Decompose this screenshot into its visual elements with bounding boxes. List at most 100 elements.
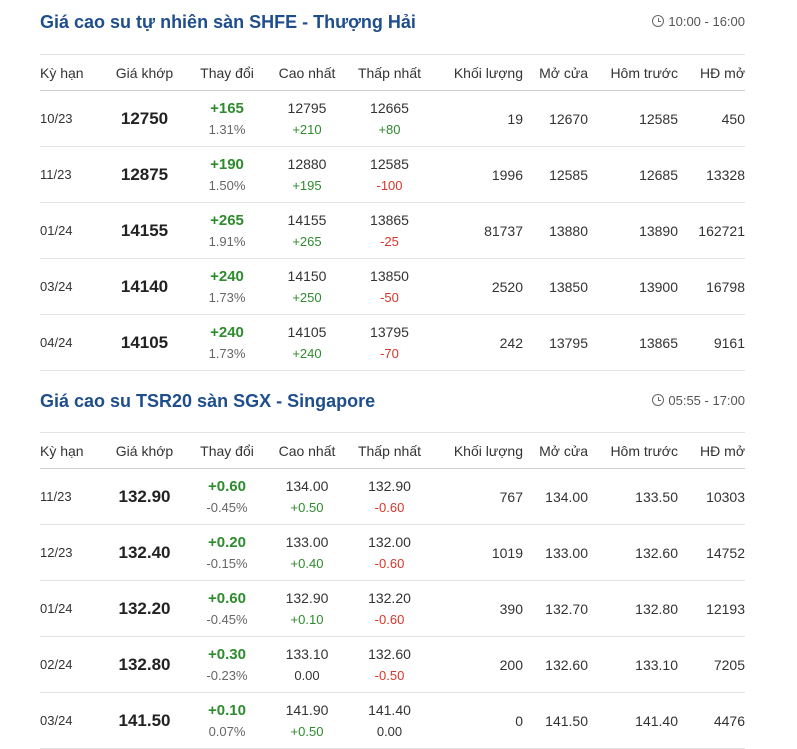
low-value: 12585 (370, 155, 409, 172)
change-value: +0.30 (208, 645, 246, 663)
low-value: 141.40 (368, 701, 411, 718)
high-value: 134.00 (285, 477, 329, 494)
cell-change: +165 1.31% (187, 90, 267, 147)
cell-change: +0.20 -0.15% (187, 524, 267, 581)
low-diff: -25 (380, 233, 399, 249)
table-row: 12/23 132.40 +0.20 -0.15% 133.00 +0.40 132.00 -… (40, 524, 745, 581)
cell-open: 13880 (523, 202, 588, 259)
table-row: 11/23 132.90 +0.60 -0.45% 134.00 +0.50 132.90-… (40, 468, 745, 525)
cell-high: 133.10 0.00 (267, 636, 347, 693)
table-row: 01/24 132.20 +0.60 -0.45% 132.90 +0.10 132.20-… (40, 580, 745, 637)
cell-change: +240 1.73% (187, 314, 267, 371)
high-value: 14105 (287, 323, 327, 340)
cell-high: 14105 +240 (267, 314, 347, 371)
trading-hours: 05:55 - 17:00 (652, 392, 745, 410)
cell-low: 132.90 -0.60 (347, 468, 432, 525)
cell-volume: 1996 (432, 146, 523, 203)
high-value: 14155 (287, 211, 327, 228)
cell-term: 01/24 (40, 202, 102, 259)
high-diff: +0.40 (290, 555, 324, 571)
high-diff: +210 (292, 121, 322, 137)
section-title: Giá cao su TSR20 sàn SGX - Singapore (40, 391, 376, 411)
section-title: Giá cao su tự nhiên sàn SHFE - Thượng Hả… (40, 12, 416, 32)
low-diff: 0.00 (376, 723, 403, 739)
cell-low: 13865 -25 (347, 202, 432, 259)
section-sgx: Giá cao su TSR20 sàn SGX - Singapore 05:… (40, 388, 745, 749)
cell-prev: 132.60 (588, 524, 678, 581)
cell-open: 132.70 (523, 580, 588, 637)
col-header-prev: Hôm trước (588, 432, 678, 469)
cell-open-interest: 10303 (678, 468, 745, 525)
change-value: +240 (210, 267, 244, 285)
high-diff: 0.00 (294, 667, 320, 683)
cell-change: +265 1.91% (187, 202, 267, 259)
cell-open-interest: 14752 (678, 524, 745, 581)
low-diff: -100 (376, 177, 403, 193)
cell-high: 12880 +195 (267, 146, 347, 203)
cell-prev: 132.80 (588, 580, 678, 637)
trading-hours-text: 10:00 - 16:00 (668, 14, 745, 29)
cell-high: 14155 +265 (267, 202, 347, 259)
table-row: 03/24 141.50 +0.10 0.07% 141.90 +0.50 141.40 0.… (40, 692, 745, 749)
col-header-volume: Khối lượng (432, 432, 523, 469)
cell-prev: 141.40 (588, 692, 678, 749)
cell-open: 13850 (523, 258, 588, 315)
change-value: +0.60 (208, 589, 246, 607)
cell-open-interest: 12193 (678, 580, 745, 637)
cell-price: 132.90 (102, 468, 187, 525)
change-percent: 1.31% (208, 121, 246, 137)
change-value: +0.20 (208, 533, 246, 551)
change-value: +165 (210, 99, 244, 117)
section-shfe: Giá cao su tự nhiên sàn SHFE - Thượng Hả… (40, 9, 745, 371)
low-diff: -0.50 (374, 667, 405, 683)
cell-open-interest: 162721 (678, 202, 745, 259)
cell-low: 141.40 0.00 (347, 692, 432, 749)
col-header-open-interest: HĐ mở (678, 432, 745, 469)
cell-volume: 200 (432, 636, 523, 693)
cell-term: 03/24 (40, 692, 102, 749)
cell-open-interest: 450 (678, 90, 745, 147)
cell-change: +0.30 -0.23% (187, 636, 267, 693)
low-value: 13795 (370, 323, 409, 340)
table-row: 10/23 12750 +165 1.31% 12795 +210 12665 +80 19 12… (40, 90, 745, 147)
col-header-change: Thay đổi (187, 432, 267, 469)
cell-open: 12585 (523, 146, 588, 203)
low-value: 12665 (370, 99, 409, 116)
cell-prev: 12685 (588, 146, 678, 203)
cell-volume: 2520 (432, 258, 523, 315)
cell-open: 141.50 (523, 692, 588, 749)
low-value: 132.90 (368, 477, 411, 494)
cell-price: 14140 (102, 258, 187, 315)
col-header-price: Giá khớp (102, 432, 187, 469)
table-row: 11/23 12875 +190 1.50% 12880 +195 12585 -100 199… (40, 146, 745, 203)
table-body: 11/23 132.90 +0.60 -0.45% 134.00 +0.50 132.90-… (40, 468, 745, 749)
high-value: 132.90 (285, 589, 329, 606)
cell-price: 12750 (102, 90, 187, 147)
change-percent: 1.73% (208, 345, 246, 361)
low-diff: -0.60 (374, 555, 405, 571)
cell-term: 04/24 (40, 314, 102, 371)
change-percent: -0.45% (206, 499, 248, 515)
low-diff: +80 (378, 121, 401, 137)
cell-low: 132.20 -0.60 (347, 580, 432, 637)
cell-volume: 19 (432, 90, 523, 147)
cell-price: 132.80 (102, 636, 187, 693)
table-row: 03/24 14140 +240 1.73% 14150 +250 13850 -50 2520… (40, 258, 745, 315)
cell-open-interest: 4476 (678, 692, 745, 749)
change-percent: 1.91% (208, 233, 246, 249)
col-header-term: Kỳ hạn (40, 54, 102, 91)
cell-change: +240 1.73% (187, 258, 267, 315)
cell-price: 132.40 (102, 524, 187, 581)
col-header-open-interest: HĐ mở (678, 54, 745, 91)
change-percent: -0.23% (206, 667, 248, 683)
high-diff: +0.50 (290, 499, 324, 515)
col-header-open: Mở cửa (523, 54, 588, 91)
cell-term: 11/23 (40, 146, 102, 203)
high-diff: +195 (292, 177, 322, 193)
low-diff: -50 (380, 289, 399, 305)
col-header-open: Mở cửa (523, 432, 588, 469)
cell-change: +190 1.50% (187, 146, 267, 203)
cell-prev: 13865 (588, 314, 678, 371)
cell-open: 133.00 (523, 524, 588, 581)
col-header-term: Kỳ hạn (40, 432, 102, 469)
